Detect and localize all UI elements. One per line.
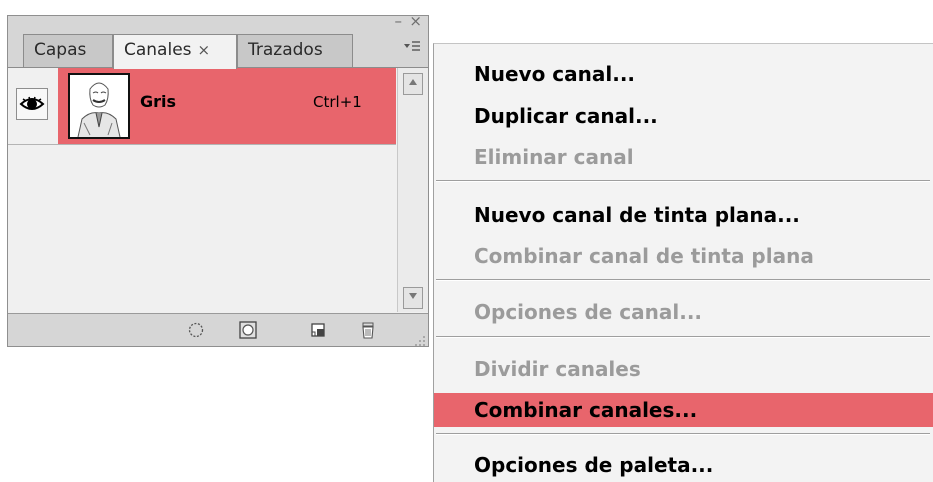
panel-footer xyxy=(8,313,428,346)
channel-shortcut: Ctrl+1 xyxy=(313,93,362,111)
menu-item-combinar-canales[interactable]: Combinar canales... xyxy=(434,393,933,427)
save-selection-icon xyxy=(239,321,257,339)
scroll-up-button[interactable] xyxy=(403,73,423,95)
channel-name: Gris xyxy=(140,92,177,111)
load-selection-icon xyxy=(188,322,204,338)
eye-icon xyxy=(19,96,45,110)
close-icon[interactable]: × xyxy=(409,13,422,29)
menu-item-combinar-canal-tinta-plana: Combinar canal de tinta plana xyxy=(474,244,814,268)
arrow-down-icon xyxy=(409,293,417,299)
tab-label: Canales xyxy=(124,40,192,60)
menu-separator xyxy=(436,336,930,338)
tab-label: Trazados xyxy=(248,40,323,60)
menu-separator xyxy=(436,433,930,435)
menu-item-nuevo-canal-tinta-plana[interactable]: Nuevo canal de tinta plana... xyxy=(434,198,933,232)
channel-row-gris[interactable]: Gris Ctrl+1 xyxy=(8,68,396,145)
scroll-down-button[interactable] xyxy=(403,287,423,309)
vertical-scrollbar[interactable] xyxy=(397,68,428,312)
menu-separator xyxy=(436,279,930,281)
tab-capas[interactable]: Capas xyxy=(23,34,113,67)
tab-canales[interactable]: Canales × xyxy=(113,34,237,69)
menu-item-eliminar-canal: Eliminar canal xyxy=(474,145,634,169)
resize-grip-icon[interactable] xyxy=(414,332,426,346)
channels-panel: – × Capas Canales × Trazados Gris Ctrl+1 xyxy=(7,13,429,347)
minimize-icon[interactable]: – xyxy=(395,13,403,29)
menu-separator xyxy=(436,180,930,182)
tab-label: Capas xyxy=(34,40,87,60)
arrow-up-icon xyxy=(409,79,417,85)
channel-thumbnail xyxy=(68,73,130,139)
panel-menu-icon xyxy=(404,41,420,51)
delete-channel-button[interactable] xyxy=(358,320,378,340)
panel-tab-bar: Capas Canales × Trazados xyxy=(8,34,428,69)
visibility-toggle[interactable] xyxy=(16,88,48,120)
menu-item-opciones-canal: Opciones de canal... xyxy=(474,300,703,324)
new-channel-icon xyxy=(311,323,325,337)
panel-menu-button[interactable] xyxy=(400,38,424,62)
channel-list: Gris Ctrl+1 xyxy=(8,67,428,313)
menu-item-duplicar-canal[interactable]: Duplicar canal... xyxy=(434,99,933,133)
tab-trazados[interactable]: Trazados xyxy=(237,34,353,67)
save-selection-button[interactable] xyxy=(238,320,258,340)
channels-flyout-menu: Nuevo canal... Duplicar canal... Elimina… xyxy=(433,43,933,482)
menu-item-opciones-paleta[interactable]: Opciones de paleta... xyxy=(434,448,933,482)
tab-close-icon[interactable]: × xyxy=(198,41,211,59)
menu-item-dividir-canales: Dividir canales xyxy=(474,357,641,381)
trash-icon xyxy=(362,322,374,339)
new-channel-button[interactable] xyxy=(308,320,328,340)
load-selection-button[interactable] xyxy=(186,320,206,340)
menu-item-nuevo-canal[interactable]: Nuevo canal... xyxy=(434,57,933,91)
